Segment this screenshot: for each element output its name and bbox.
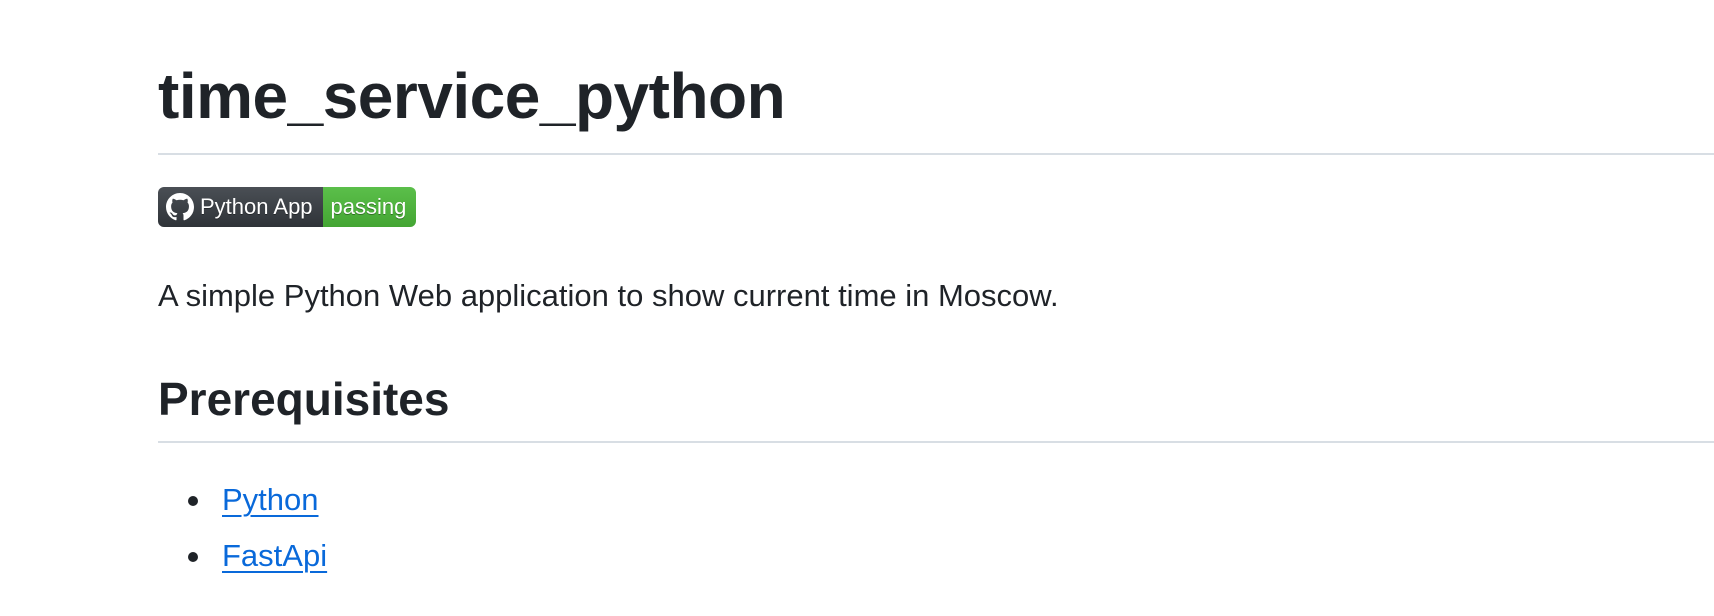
page-title: time_service_python — [158, 60, 786, 132]
fastapi-link[interactable]: FastApi — [222, 538, 327, 573]
badge-label-segment: Python App — [158, 187, 323, 227]
bullet-icon — [188, 496, 198, 506]
badge-label: Python App — [200, 194, 313, 219]
badge-status: passing — [330, 194, 407, 219]
python-link[interactable]: Python — [222, 482, 319, 517]
section-divider — [158, 441, 1714, 443]
bullet-icon — [188, 552, 198, 562]
workflow-status-badge[interactable]: Python App passing — [158, 187, 417, 227]
list-item: FastApi — [158, 530, 327, 586]
prerequisites-list: Python FastApi — [158, 474, 327, 586]
badge-status-segment: passing — [322, 187, 417, 227]
list-item: Python — [158, 474, 327, 530]
section-heading-prerequisites: Prerequisites — [158, 373, 450, 425]
description-paragraph: A simple Python Web application to show … — [158, 278, 1059, 313]
title-divider — [158, 153, 1714, 155]
github-icon — [166, 193, 194, 221]
